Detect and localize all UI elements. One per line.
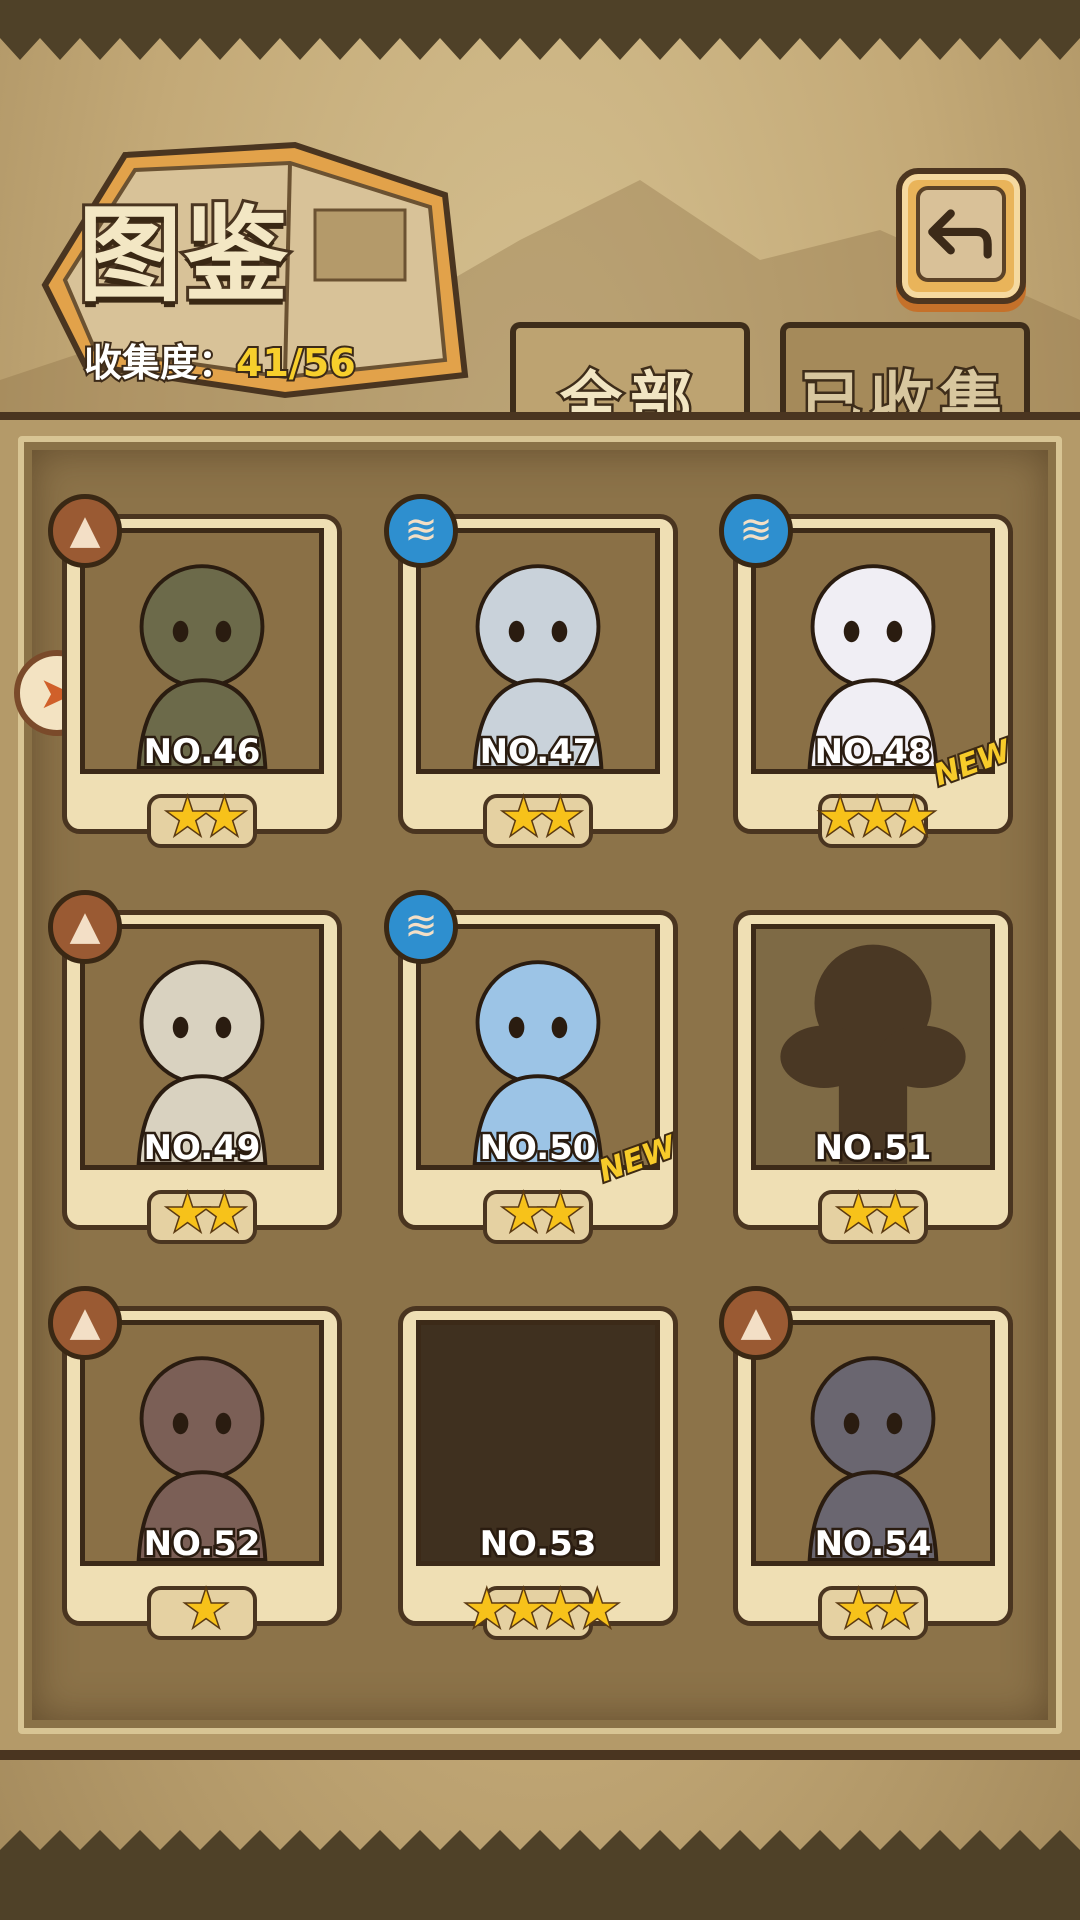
star-rating: ★★★★ bbox=[463, 1580, 621, 1638]
star-rating: ★ bbox=[182, 1580, 230, 1638]
card-number: NO.53 bbox=[477, 1522, 599, 1567]
star-rating: ★★★ bbox=[816, 788, 937, 846]
star-rating: ★★ bbox=[164, 1184, 249, 1242]
card-number: NO.54 bbox=[812, 1522, 934, 1567]
card-number: NO.52 bbox=[141, 1522, 263, 1567]
card-number: NO.47 bbox=[477, 730, 599, 775]
mountain-element-icon: ▲ bbox=[719, 1286, 793, 1360]
mountain-element-icon: ▲ bbox=[48, 890, 122, 964]
collection-value: 41/56 bbox=[234, 339, 358, 387]
star-rating: ★★ bbox=[835, 1580, 920, 1638]
monster-card[interactable]: NO.50 ★★ ≋ NEW bbox=[384, 890, 682, 1244]
top-zigzag-border bbox=[0, 0, 1080, 60]
bottom-zigzag-border bbox=[0, 1830, 1080, 1920]
back-arrow-icon bbox=[916, 186, 1006, 282]
monster-card[interactable]: NO.52 ★ ▲ bbox=[48, 1286, 342, 1640]
monster-card[interactable]: NO.51 ★★ bbox=[733, 910, 1013, 1244]
card-number: NO.49 bbox=[141, 1126, 263, 1171]
monster-card[interactable]: NO.53 ★★★★ bbox=[398, 1306, 678, 1640]
star-rating: ★★ bbox=[835, 1184, 920, 1242]
water-wave-element-icon: ≋ bbox=[384, 494, 458, 568]
card-number: NO.51 bbox=[812, 1126, 934, 1171]
page-title: 图鉴 bbox=[75, 190, 291, 319]
star-rating: ★★ bbox=[500, 788, 585, 846]
water-wave-element-icon: ≋ bbox=[719, 494, 793, 568]
monster-card[interactable]: NO.48 ★★★ ≋ NEW bbox=[719, 494, 1017, 848]
monster-card[interactable]: NO.46 ★★ ▲ bbox=[48, 494, 342, 848]
card-number: NO.46 bbox=[141, 730, 263, 775]
back-button[interactable] bbox=[896, 168, 1026, 304]
collection-label: 收集度： bbox=[82, 339, 238, 387]
monster-card[interactable]: NO.54 ★★ ▲ bbox=[719, 1286, 1013, 1640]
monster-card[interactable]: NO.49 ★★ ▲ bbox=[48, 890, 342, 1244]
star-rating: ★★ bbox=[500, 1184, 585, 1242]
mountain-element-icon: ▲ bbox=[48, 494, 122, 568]
monster-card[interactable]: NO.47 ★★ ≋ bbox=[384, 494, 678, 848]
star-rating: ★★ bbox=[164, 788, 249, 846]
water-wave-element-icon: ≋ bbox=[384, 890, 458, 964]
mountain-element-icon: ▲ bbox=[48, 1286, 122, 1360]
collection-progress: 收集度：41/56 bbox=[82, 332, 358, 387]
